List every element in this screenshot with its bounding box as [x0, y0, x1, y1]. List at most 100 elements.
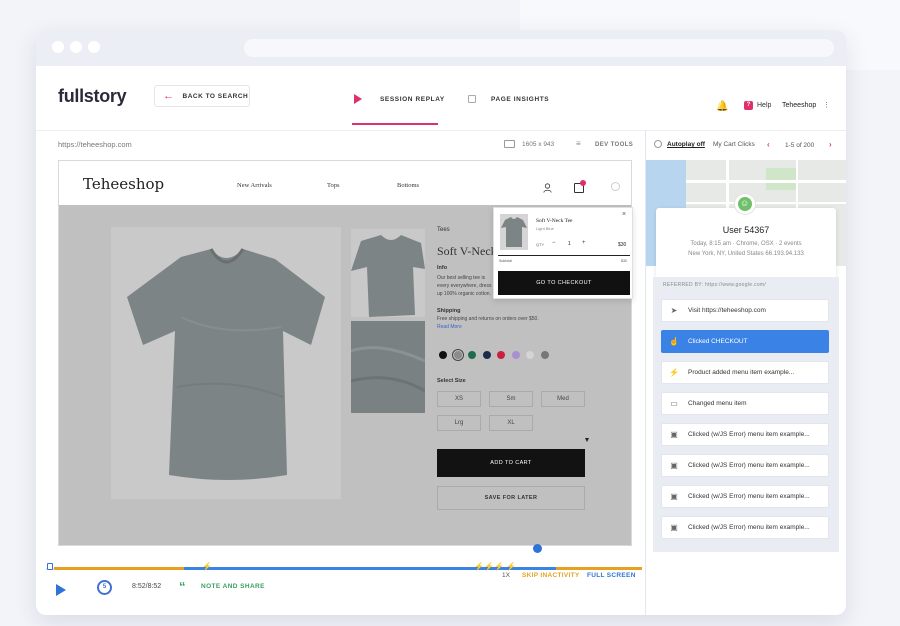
add-to-cart-button[interactable]: ADD TO CART — [437, 449, 585, 477]
shop-nav-bottoms[interactable]: Bottoms — [397, 182, 419, 189]
timeline-playhead[interactable] — [533, 544, 542, 553]
help-icon[interactable]: ? — [744, 101, 753, 110]
back-to-search-label: BACK TO SEARCH — [182, 92, 249, 100]
dev-tools-icon[interactable]: ≡ — [576, 139, 581, 148]
color-swatch[interactable] — [482, 351, 491, 359]
color-swatch[interactable] — [468, 351, 476, 359]
timeline-event-bolt-icon[interactable]: ⚡ — [474, 562, 484, 571]
timeline-event-bolt-icon[interactable]: ⚡ — [484, 562, 494, 571]
mini-cart-price: $30 — [618, 242, 627, 248]
viewport-dimensions: 1605 x 943 — [522, 141, 555, 148]
window-error-icon: ▣ — [670, 461, 678, 470]
restart-icon[interactable]: 5 — [97, 580, 112, 595]
color-swatch[interactable] — [540, 351, 549, 359]
product-category: Tees — [437, 227, 450, 233]
event-item[interactable]: ▭ Changed menu item — [661, 392, 829, 415]
mini-cart-tshirt-icon — [501, 217, 527, 247]
product-thumbnail-1[interactable] — [351, 229, 425, 317]
full-screen-button[interactable]: FULL SCREEN — [587, 572, 636, 579]
window-dot-close[interactable] — [52, 41, 64, 53]
save-for-later-button[interactable]: SAVE FOR LATER — [437, 486, 585, 510]
autoplay-info-icon — [654, 140, 662, 148]
go-to-checkout-button[interactable]: GO TO CHECKOUT — [498, 271, 630, 295]
event-item[interactable]: ▣ Clicked (w/JS Error) menu item example.… — [661, 485, 829, 508]
mini-cart-thumbnail — [500, 214, 528, 250]
field-icon: ▭ — [670, 399, 678, 408]
dev-tools-button[interactable]: DEV TOOLS — [595, 142, 633, 148]
browser-address-bar[interactable] — [244, 39, 834, 57]
color-swatch[interactable] — [451, 349, 464, 361]
color-swatch[interactable] — [439, 351, 447, 359]
size-xs-button[interactable]: XS — [437, 391, 481, 407]
product-thumbnail-2[interactable] — [350, 321, 426, 413]
shop-nav-new-arrivals[interactable]: New Arrivals — [237, 182, 272, 189]
back-to-search-button[interactable]: ← BACK TO SEARCH — [154, 85, 250, 107]
timeline-inactive-segment — [556, 567, 642, 570]
timeline-event-bolt-icon[interactable]: ⚡ — [506, 562, 516, 571]
back-arrow-icon: ← — [163, 90, 175, 102]
timeline-event-bolt-icon[interactable]: ⚡ — [494, 562, 504, 571]
shipping-heading: Shipping — [437, 308, 461, 314]
shop-user-icon[interactable] — [543, 183, 552, 193]
event-label: Product added menu item example... — [688, 369, 795, 376]
browser-titlebar — [36, 30, 846, 66]
fullstory-logo: fullstory — [58, 86, 127, 106]
header-divider — [36, 130, 846, 131]
autoplay-toggle[interactable]: Autoplay off — [667, 141, 705, 148]
active-tab-underline — [352, 123, 438, 125]
product-main-image[interactable] — [111, 227, 341, 499]
window-dot-minimize[interactable] — [70, 41, 82, 53]
timeline-start-icon — [47, 563, 53, 570]
session-replay-icon — [354, 94, 362, 104]
event-item[interactable]: ▣ Clicked (w/JS Error) menu item example.… — [661, 454, 829, 477]
playback-speed[interactable]: 1X — [502, 572, 510, 579]
size-sm-button[interactable]: Sm — [489, 391, 533, 407]
next-session-chevron-icon[interactable]: › — [829, 140, 832, 149]
event-item[interactable]: ⚡ Product added menu item example... — [661, 361, 829, 384]
replay-url: https://teheeshop.com — [58, 140, 132, 149]
shipping-text: Free shipping and returns on orders over… — [437, 316, 539, 322]
color-swatch[interactable] — [526, 351, 534, 359]
event-item[interactable]: ▣ Clicked (w/JS Error) menu item example.… — [661, 516, 829, 539]
select-size-label: Select Size — [437, 378, 466, 384]
window-dot-maximize[interactable] — [88, 41, 100, 53]
shop-search-icon[interactable] — [611, 182, 620, 191]
smiley-icon: ☺ — [740, 198, 750, 208]
previous-session-chevron-icon[interactable]: ‹ — [767, 140, 770, 149]
tab-page-insights[interactable]: PAGE INSIGHTS — [491, 96, 549, 103]
notifications-bell-icon[interactable]: 🔔 — [716, 101, 728, 112]
event-label: Clicked (w/JS Error) menu item example..… — [688, 493, 810, 500]
size-xl-button[interactable]: XL — [489, 415, 533, 431]
skip-inactivity-toggle[interactable]: SKIP INACTIVITY — [522, 572, 579, 579]
size-med-button[interactable]: Med — [541, 391, 585, 407]
timeline-event-bolt-icon[interactable]: ⚡ — [202, 562, 212, 571]
color-swatch[interactable] — [497, 351, 505, 359]
tab-session-replay[interactable]: SESSION REPLAY — [380, 96, 445, 103]
mini-cart-subtotal-label: Subtotal — [499, 259, 512, 263]
event-label: Clicked (w/JS Error) menu item example..… — [688, 431, 810, 438]
read-more-link[interactable]: Read More — [437, 324, 462, 330]
fabric-thumbnail-icon — [350, 321, 426, 413]
qty-increase-button[interactable]: + — [582, 240, 586, 246]
close-icon[interactable]: × — [622, 211, 626, 218]
map-road — [686, 202, 846, 204]
qty-decrease-button[interactable]: − — [552, 240, 556, 246]
event-label: Visit https://teheeshop.com — [688, 307, 766, 314]
account-name[interactable]: Teheeshop — [782, 102, 816, 109]
info-heading: Info — [437, 265, 448, 271]
note-and-share-button[interactable]: NOTE AND SHARE — [201, 583, 265, 590]
note-quote-icon[interactable]: “ — [179, 579, 186, 594]
account-menu-icon[interactable]: ⋮ — [823, 101, 830, 109]
window-error-icon: ▣ — [670, 430, 678, 439]
help-link[interactable]: Help — [757, 102, 771, 109]
shop-nav-tops[interactable]: Tops — [327, 182, 340, 189]
event-item[interactable]: ➤ Visit https://teheeshop.com — [661, 299, 829, 322]
event-item[interactable]: ☝ Clicked CHECKOUT — [661, 330, 829, 353]
play-button[interactable] — [56, 584, 66, 596]
mini-cart-item-color: Light Blue — [536, 226, 554, 231]
event-item[interactable]: ▣ Clicked (w/JS Error) menu item example.… — [661, 423, 829, 446]
color-swatch[interactable] — [511, 351, 520, 359]
replay-frame: Teheeshop New Arrivals Tops Bottoms Tees… — [58, 160, 633, 546]
size-lrg-button[interactable]: Lrg — [437, 415, 481, 431]
mini-cart-item-name: Soft V-Neck Tee — [536, 218, 573, 224]
